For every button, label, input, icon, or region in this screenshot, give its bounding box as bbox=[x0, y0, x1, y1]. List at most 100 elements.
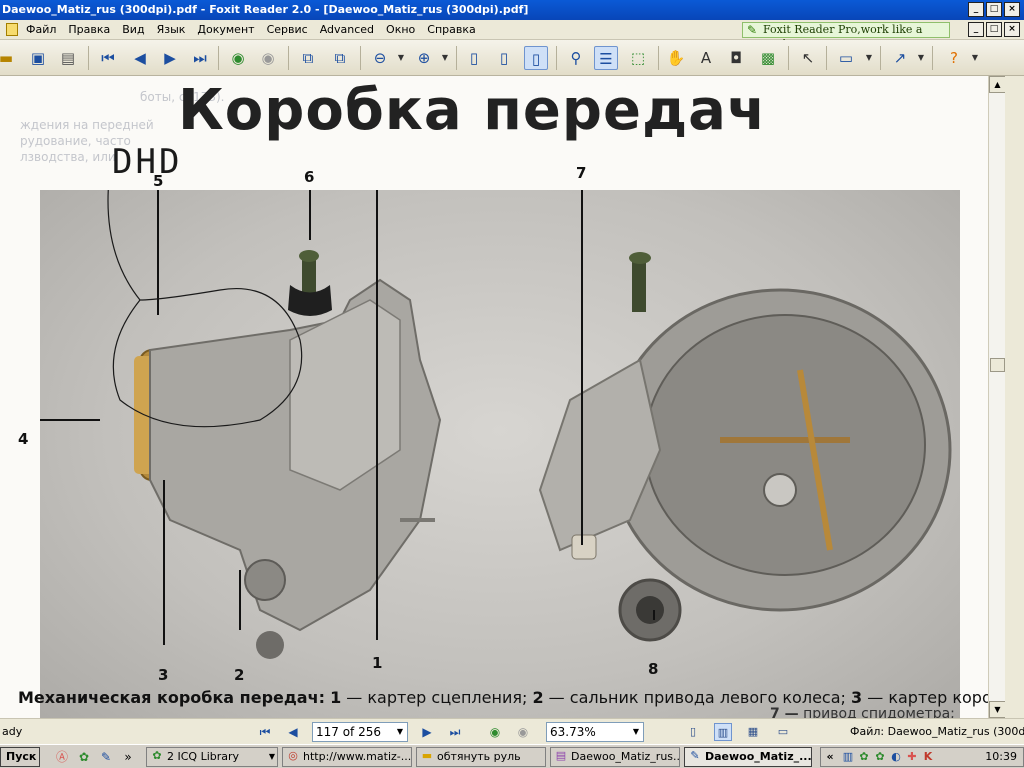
thumbnails-icon[interactable]: ⬚ bbox=[626, 46, 650, 70]
task-label: 2 ICQ Library bbox=[167, 750, 240, 763]
status-forward-icon[interactable]: ◉ bbox=[514, 723, 532, 741]
task-button-active[interactable]: ✎ Daewoo_Matiz_... bbox=[684, 747, 812, 767]
single-page-view-icon[interactable]: ▯ bbox=[684, 723, 702, 741]
forward-icon[interactable]: ◉ bbox=[256, 46, 280, 70]
help-dropdown[interactable]: ▼ bbox=[970, 46, 980, 70]
network-icon[interactable]: ▥ bbox=[841, 750, 855, 764]
back-icon[interactable]: ◉ bbox=[226, 46, 250, 70]
prev-page-icon[interactable]: ◀ bbox=[128, 46, 152, 70]
menu-advanced[interactable]: Advanced bbox=[314, 23, 380, 36]
page-dropdown-icon[interactable]: ▼ bbox=[393, 723, 407, 741]
task-button[interactable]: ✿ 2 ICQ Library ▼ bbox=[146, 747, 278, 767]
toolbar-separator bbox=[932, 46, 933, 70]
actual-size-icon[interactable]: ▯ bbox=[462, 46, 486, 70]
status-last-page-icon[interactable]: ⏭ bbox=[446, 723, 464, 741]
rotate-right-icon[interactable]: ⧉ bbox=[328, 46, 352, 70]
caption-text: привод спидометра; bbox=[803, 706, 955, 718]
annotate-icon[interactable]: ▭ bbox=[834, 46, 858, 70]
window-controls: _ □ × bbox=[968, 2, 1020, 17]
page-number-field[interactable]: 117 of 256 ▼ bbox=[312, 722, 408, 742]
arrow-tool-icon[interactable]: ↗ bbox=[888, 46, 912, 70]
print-icon[interactable]: ▤ bbox=[56, 46, 80, 70]
document-menu-icon[interactable] bbox=[6, 23, 18, 36]
menu-edit[interactable]: Правка bbox=[62, 23, 116, 36]
task-button[interactable]: ▤ Daewoo_Matiz_rus... bbox=[550, 747, 680, 767]
open-icon[interactable]: ▬ bbox=[0, 46, 18, 70]
zoom-in-icon[interactable]: ⊕ bbox=[412, 46, 436, 70]
tray-expand-icon[interactable]: « bbox=[823, 750, 837, 764]
doc-close-button[interactable]: × bbox=[1004, 22, 1020, 37]
maximize-button[interactable]: □ bbox=[986, 2, 1002, 17]
foxit-pro-promo[interactable]: ✎ Foxit Reader Pro,work like a pro! bbox=[742, 22, 950, 50]
minimize-button[interactable]: _ bbox=[968, 2, 984, 17]
vertical-scrollbar[interactable]: ▲ ▼ bbox=[988, 76, 1006, 718]
toolbar-separator bbox=[826, 46, 827, 70]
volume-icon[interactable]: ◐ bbox=[889, 750, 903, 764]
facing-view-icon[interactable]: ▦ bbox=[744, 723, 762, 741]
last-page-icon[interactable]: ⏭ bbox=[188, 46, 212, 70]
save-icon[interactable]: ▣ bbox=[26, 46, 50, 70]
task-button[interactable]: ▬ обтянуть руль bbox=[416, 747, 546, 767]
snapshot-icon[interactable]: ◘ bbox=[724, 46, 748, 70]
menu-language[interactable]: Язык bbox=[151, 23, 192, 36]
menu-file[interactable]: Файл bbox=[20, 23, 62, 36]
image-icon[interactable]: ▩ bbox=[756, 46, 780, 70]
menu-help[interactable]: Справка bbox=[421, 23, 481, 36]
quick-launch-app-icon[interactable]: ✎ bbox=[98, 749, 114, 765]
annotate-dropdown[interactable]: ▼ bbox=[864, 46, 874, 70]
fit-width-icon[interactable]: ▯ bbox=[524, 46, 548, 70]
select-tool-icon[interactable]: ↖ bbox=[796, 46, 820, 70]
security-tray-icon[interactable]: ✚ bbox=[905, 750, 919, 764]
menu-view[interactable]: Вид bbox=[116, 23, 150, 36]
scroll-thumb[interactable] bbox=[990, 358, 1005, 372]
clock[interactable]: 10:39 bbox=[985, 750, 1017, 763]
task-label: http://www.matiz-... bbox=[303, 750, 412, 763]
quick-launch-opera-icon[interactable]: Ⓐ bbox=[54, 749, 70, 765]
hand-tool-icon[interactable]: ✋ bbox=[664, 46, 688, 70]
scroll-up-icon[interactable]: ▲ bbox=[989, 76, 1006, 93]
scroll-down-icon[interactable]: ▼ bbox=[989, 701, 1006, 718]
zoom-field[interactable]: 63.73% ▼ bbox=[546, 722, 644, 742]
callout-3: 3 bbox=[158, 666, 169, 684]
caption-text: — сальник привода левого колеса; bbox=[543, 688, 851, 707]
start-button[interactable]: Пуск bbox=[0, 747, 40, 767]
document-viewport[interactable]: боты, с. 173). ждения на передней рудова… bbox=[0, 76, 988, 718]
status-first-page-icon[interactable]: ⏮ bbox=[256, 723, 274, 741]
zoom-in-dropdown[interactable]: ▼ bbox=[440, 46, 450, 70]
callout-8: 8 bbox=[648, 660, 659, 678]
quick-launch-more-icon[interactable]: » bbox=[120, 749, 136, 765]
kaspersky-icon[interactable]: K bbox=[921, 750, 935, 764]
zoom-out-dropdown[interactable]: ▼ bbox=[396, 46, 406, 70]
status-back-icon[interactable]: ◉ bbox=[486, 723, 504, 741]
zoom-out-icon[interactable]: ⊖ bbox=[368, 46, 392, 70]
close-button[interactable]: × bbox=[1004, 2, 1020, 17]
text-select-icon[interactable]: A bbox=[694, 46, 718, 70]
menu-tools[interactable]: Сервис bbox=[261, 23, 314, 36]
icq-tray-icon[interactable]: ✿ bbox=[857, 750, 871, 764]
next-page-icon[interactable]: ▶ bbox=[158, 46, 182, 70]
help-icon[interactable]: ? bbox=[942, 46, 966, 70]
rotate-left-icon[interactable]: ⧉ bbox=[296, 46, 320, 70]
status-next-page-icon[interactable]: ▶ bbox=[418, 723, 436, 741]
doc-minimize-button[interactable]: _ bbox=[968, 22, 984, 37]
fit-page-icon[interactable]: ▯ bbox=[492, 46, 516, 70]
doc-restore-button[interactable]: □ bbox=[986, 22, 1002, 37]
task-button[interactable]: ◎ http://www.matiz-... bbox=[282, 747, 412, 767]
callout-4: 4 bbox=[18, 430, 29, 448]
arrow-tool-dropdown[interactable]: ▼ bbox=[916, 46, 926, 70]
window-frame-edge bbox=[1005, 76, 1024, 718]
menu-items: Файл Правка Вид Язык Документ Сервис Adv… bbox=[0, 23, 482, 36]
antivirus-icon[interactable]: ✿ bbox=[873, 750, 887, 764]
menu-document[interactable]: Документ bbox=[191, 23, 260, 36]
zoom-dropdown-icon[interactable]: ▼ bbox=[629, 723, 643, 741]
find-icon[interactable]: ⚲ bbox=[564, 46, 588, 70]
first-page-icon[interactable]: ⏮ bbox=[96, 46, 120, 70]
page-title: Коробка передач bbox=[178, 78, 767, 143]
quick-launch-icq-icon[interactable]: ✿ bbox=[76, 749, 92, 765]
menu-window[interactable]: Окно bbox=[380, 23, 421, 36]
figure-caption: Механическая коробка передач: 1 — картер… bbox=[18, 688, 988, 707]
continuous-view-icon[interactable]: ▥ bbox=[714, 723, 732, 741]
continuous-facing-view-icon[interactable]: ▭ bbox=[774, 723, 792, 741]
status-prev-page-icon[interactable]: ◀ bbox=[284, 723, 302, 741]
bookmarks-icon[interactable]: ☰ bbox=[594, 46, 618, 70]
